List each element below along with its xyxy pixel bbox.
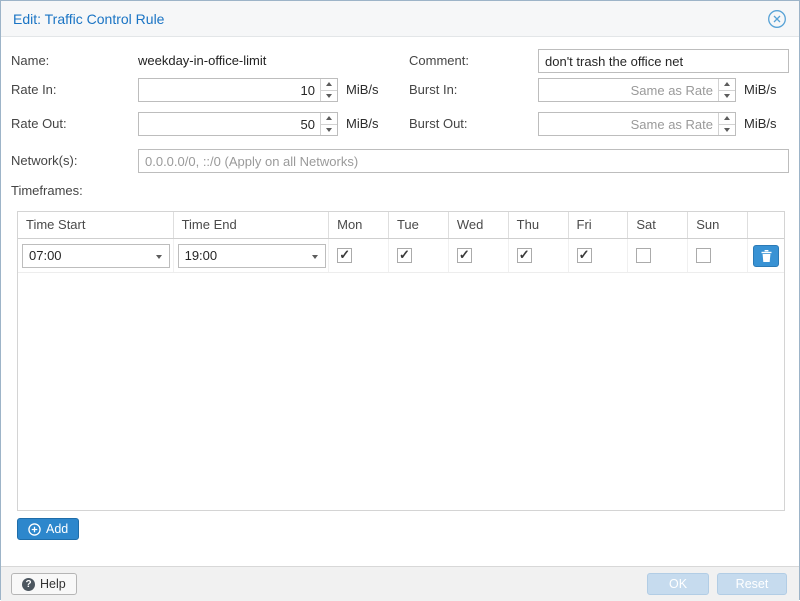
column-header-tue[interactable]: Tue (389, 212, 449, 238)
burst-out-label: Burst Out: (409, 112, 468, 136)
rate-out-field[interactable] (138, 112, 338, 136)
column-header-actions (748, 212, 784, 238)
rate-out-spinner (320, 113, 337, 135)
close-icon[interactable] (767, 9, 787, 29)
spinner-down-icon[interactable] (321, 91, 337, 102)
burst-in-input[interactable] (539, 79, 735, 101)
checkbox-sun[interactable] (696, 248, 711, 263)
rate-out-input[interactable] (139, 113, 337, 135)
column-header-thu[interactable]: Thu (509, 212, 569, 238)
networks-input[interactable] (138, 149, 789, 173)
time-start-value: 07:00 (29, 248, 62, 263)
burst-in-label: Burst In: (409, 78, 457, 102)
delete-row-button[interactable] (753, 245, 779, 267)
add-button[interactable]: Add (17, 518, 79, 540)
burst-out-spinner (718, 113, 735, 135)
spinner-up-icon[interactable] (321, 79, 337, 91)
spinner-down-icon[interactable] (719, 125, 735, 136)
table-row: 07:00 19:00 (18, 239, 784, 273)
name-value: weekday-in-office-limit (138, 49, 266, 73)
timeframes-table: Time Start Time End Mon Tue Wed Thu Fri … (17, 211, 785, 511)
burst-in-unit: MiB/s (744, 78, 777, 102)
rate-in-spinner (320, 79, 337, 101)
rate-out-label: Rate Out: (11, 112, 67, 136)
checkbox-wed[interactable] (457, 248, 472, 263)
comment-label: Comment: (409, 49, 469, 73)
checkbox-sat[interactable] (636, 248, 651, 263)
column-header-time-start[interactable]: Time Start (18, 212, 174, 238)
comment-input[interactable] (538, 49, 789, 73)
burst-in-field[interactable] (538, 78, 736, 102)
column-header-sat[interactable]: Sat (628, 212, 688, 238)
dialog-header: Edit: Traffic Control Rule (1, 1, 799, 37)
chevron-down-icon (156, 255, 162, 259)
question-circle-icon: ? (22, 578, 35, 591)
edit-traffic-control-rule-dialog: { "dialog": { "title": "Edit: Traffic Co… (0, 0, 800, 600)
checkbox-fri[interactable] (577, 248, 592, 263)
spinner-up-icon[interactable] (719, 79, 735, 91)
time-end-value: 19:00 (185, 248, 218, 263)
spinner-down-icon[interactable] (719, 91, 735, 102)
help-button[interactable]: ? Help (11, 573, 77, 595)
chevron-down-icon (312, 255, 318, 259)
column-header-sun[interactable]: Sun (688, 212, 748, 238)
burst-out-unit: MiB/s (744, 112, 777, 136)
plus-circle-icon (28, 523, 41, 536)
add-button-label: Add (46, 522, 68, 536)
rate-out-unit: MiB/s (346, 112, 379, 136)
rate-in-unit: MiB/s (346, 78, 379, 102)
rate-in-input[interactable] (139, 79, 337, 101)
column-header-mon[interactable]: Mon (329, 212, 389, 238)
ok-button[interactable]: OK (647, 573, 709, 595)
timeframes-table-header: Time Start Time End Mon Tue Wed Thu Fri … (18, 212, 784, 239)
name-label: Name: (11, 49, 49, 73)
rate-in-field[interactable] (138, 78, 338, 102)
column-header-time-end[interactable]: Time End (174, 212, 330, 238)
checkbox-mon[interactable] (337, 248, 352, 263)
dialog-footer: ? Help OK Reset (1, 566, 799, 601)
checkbox-tue[interactable] (397, 248, 412, 263)
time-end-combo[interactable]: 19:00 (178, 244, 326, 268)
burst-out-input[interactable] (539, 113, 735, 135)
trash-icon (761, 250, 772, 262)
column-header-fri[interactable]: Fri (569, 212, 629, 238)
timeframes-label: Timeframes: (11, 179, 83, 203)
spinner-down-icon[interactable] (321, 125, 337, 136)
column-header-wed[interactable]: Wed (449, 212, 509, 238)
checkbox-thu[interactable] (517, 248, 532, 263)
reset-button[interactable]: Reset (717, 573, 787, 595)
help-button-label: Help (40, 577, 66, 591)
spinner-up-icon[interactable] (321, 113, 337, 125)
time-start-combo[interactable]: 07:00 (22, 244, 170, 268)
rate-in-label: Rate In: (11, 78, 57, 102)
spinner-up-icon[interactable] (719, 113, 735, 125)
dialog-title: Edit: Traffic Control Rule (13, 11, 767, 27)
burst-in-spinner (718, 79, 735, 101)
networks-label: Network(s): (11, 149, 77, 173)
burst-out-field[interactable] (538, 112, 736, 136)
